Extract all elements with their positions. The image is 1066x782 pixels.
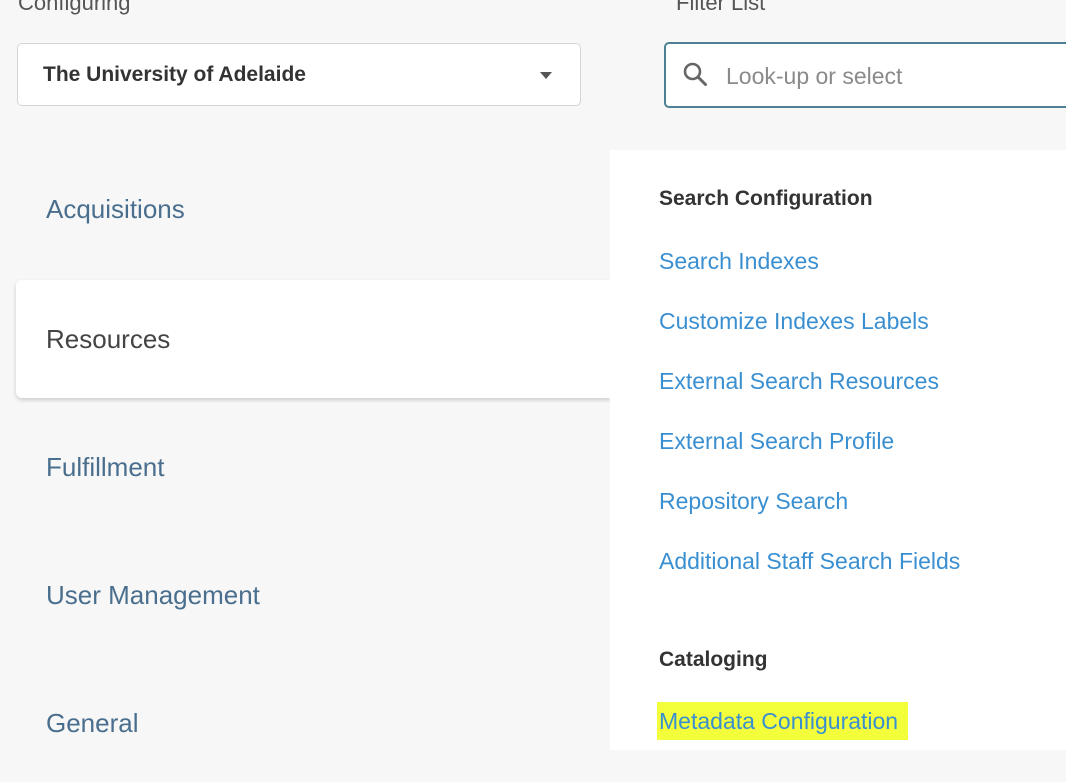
filter-list-label: Filter List xyxy=(676,0,766,15)
chevron-down-icon xyxy=(540,72,552,79)
section-title-cataloging: Cataloging xyxy=(659,648,768,671)
nav-item-user-management[interactable]: User Management xyxy=(16,536,610,654)
nav-item-label: Resources xyxy=(46,324,171,354)
link-search-indexes[interactable]: Search Indexes xyxy=(659,248,819,275)
section-title-search-configuration: Search Configuration xyxy=(659,187,873,210)
nav-item-label: User Management xyxy=(46,580,260,610)
filter-list-box[interactable] xyxy=(664,42,1066,108)
configuring-label: Configuring xyxy=(18,0,131,15)
nav-item-label: General xyxy=(46,708,139,738)
link-additional-staff-search-fields[interactable]: Additional Staff Search Fields xyxy=(659,548,960,575)
resources-config-panel: Search Configuration Search Indexes Cust… xyxy=(610,150,1066,750)
institution-select-value: The University of Adelaide xyxy=(43,63,306,86)
nav-item-general[interactable]: General xyxy=(16,664,610,782)
nav-item-label: Acquisitions xyxy=(46,194,185,224)
link-metadata-configuration-text: Metadata Configuration xyxy=(657,702,909,740)
nav-item-label: Fulfillment xyxy=(46,452,165,482)
link-metadata-configuration[interactable]: Metadata Configuration xyxy=(657,702,909,740)
search-icon xyxy=(683,62,707,86)
institution-select[interactable]: The University of Adelaide xyxy=(17,43,581,106)
link-external-search-profile[interactable]: External Search Profile xyxy=(659,428,894,455)
filter-list-input[interactable] xyxy=(724,54,1066,98)
link-external-search-resources[interactable]: External Search Resources xyxy=(659,368,939,395)
nav-item-resources[interactable]: Resources xyxy=(16,280,610,398)
link-repository-search[interactable]: Repository Search xyxy=(659,488,848,515)
nav-item-acquisitions[interactable]: Acquisitions xyxy=(16,150,610,268)
nav-item-fulfillment[interactable]: Fulfillment xyxy=(16,408,610,526)
link-customize-indexes-labels[interactable]: Customize Indexes Labels xyxy=(659,308,929,335)
